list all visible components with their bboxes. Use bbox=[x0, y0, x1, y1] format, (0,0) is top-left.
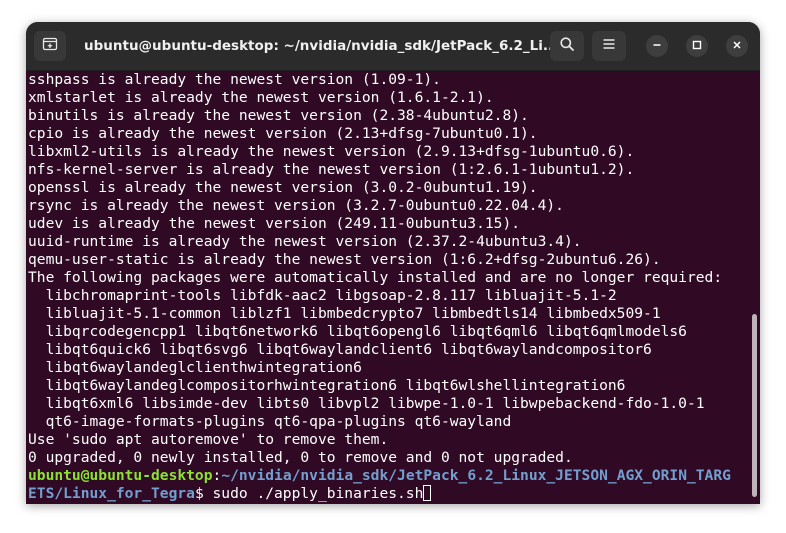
output-line: libchromaprint-tools libfdk-aac2 libgsoa… bbox=[28, 287, 617, 304]
prompt-separator: : bbox=[212, 467, 222, 484]
output-line: libqt6waylandeglclienthwintegration6 bbox=[28, 359, 362, 376]
output-line: libqt6quick6 libqt6svg6 libqt6waylandcli… bbox=[28, 341, 652, 358]
output-line: xmlstarlet is already the newest version… bbox=[28, 89, 494, 106]
minimize-button[interactable] bbox=[646, 35, 668, 57]
search-icon bbox=[559, 36, 575, 57]
new-tab-button[interactable] bbox=[34, 31, 66, 61]
close-icon bbox=[732, 37, 742, 55]
menu-button[interactable] bbox=[592, 31, 626, 61]
output-line: libqt6xml6 libsimde-dev libts0 libvpl2 l… bbox=[28, 395, 705, 412]
text-cursor bbox=[423, 485, 432, 501]
prompt-line: ubuntu@ubuntu-desktop:~/nvidia/nvidia_sd… bbox=[28, 467, 760, 485]
output-line: libqt6waylandeglcompositorhwintegration6… bbox=[28, 377, 626, 394]
scrollbar-thumb[interactable] bbox=[752, 314, 757, 497]
command-input[interactable]: sudo ./apply_binaries.sh bbox=[213, 485, 424, 502]
prompt-line-continued: ETS/Linux_for_Tegra$ sudo ./apply_binari… bbox=[28, 485, 760, 503]
prompt-path: ~/nvidia/nvidia_sdk/JetPack_6.2_Linux_JE… bbox=[221, 467, 731, 484]
new-tab-icon bbox=[42, 36, 58, 57]
output-line: rsync is already the newest version (3.2… bbox=[28, 197, 564, 214]
output-line: uuid-runtime is already the newest versi… bbox=[28, 233, 582, 250]
output-line: cpio is already the newest version (2.13… bbox=[28, 125, 538, 142]
title-bar[interactable]: ubuntu@ubuntu-desktop: ~/nvidia/nvidia_s… bbox=[26, 22, 760, 71]
output-line: binutils is already the newest version (… bbox=[28, 107, 529, 124]
output-line: qt6-image-formats-plugins qt6-qpa-plugin… bbox=[28, 413, 512, 430]
output-line: libqrcodegencpp1 libqt6network6 libqt6op… bbox=[28, 323, 687, 340]
minimize-icon bbox=[652, 37, 662, 55]
output-line: udev is already the newest version (249.… bbox=[28, 215, 521, 232]
output-line: qemu-user-static is already the newest v… bbox=[28, 251, 661, 268]
output-line: libluajit-5.1-common liblzf1 libmbedcryp… bbox=[28, 305, 661, 322]
maximize-icon bbox=[692, 37, 702, 55]
output-line: openssl is already the newest version (3… bbox=[28, 179, 538, 196]
prompt-symbol: $ bbox=[194, 485, 213, 502]
output-line: nfs-kernel-server is already the newest … bbox=[28, 161, 635, 178]
output-line: 0 upgraded, 0 newly installed, 0 to remo… bbox=[28, 449, 573, 466]
output-line: sshpass is already the newest version (1… bbox=[28, 71, 441, 88]
window-title: ubuntu@ubuntu-desktop: ~/nvidia/nvidia_s… bbox=[84, 38, 554, 54]
terminal-output[interactable]: sshpass is already the newest version (1… bbox=[26, 71, 760, 504]
hamburger-menu-icon bbox=[601, 36, 617, 57]
maximize-button[interactable] bbox=[686, 35, 708, 57]
output-line: libxml2-utils is already the newest vers… bbox=[28, 143, 635, 160]
terminal-window: ubuntu@ubuntu-desktop: ~/nvidia/nvidia_s… bbox=[26, 22, 760, 504]
prompt-path-continued: ETS/Linux_for_Tegra bbox=[28, 485, 195, 502]
search-button[interactable] bbox=[550, 31, 584, 61]
output-line: Use 'sudo apt autoremove' to remove them… bbox=[28, 431, 389, 448]
close-button[interactable] bbox=[726, 35, 748, 57]
prompt-user-host: ubuntu@ubuntu-desktop bbox=[28, 467, 213, 484]
output-line: The following packages were automaticall… bbox=[28, 269, 723, 286]
